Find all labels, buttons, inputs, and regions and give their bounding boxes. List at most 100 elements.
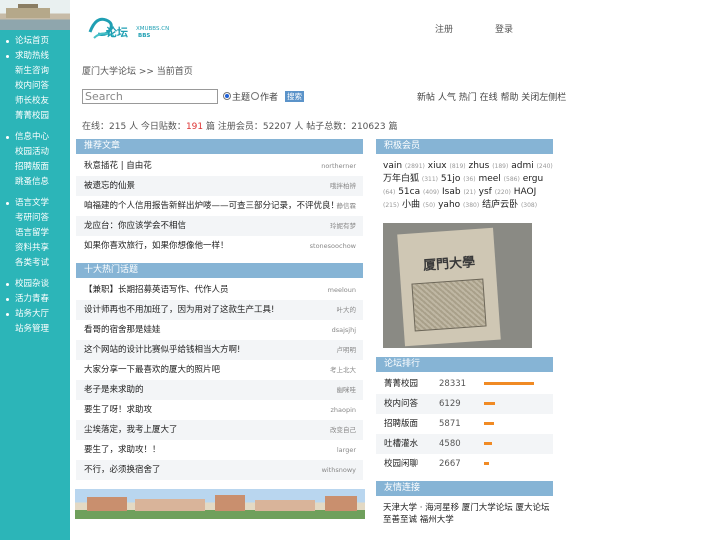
topic-title[interactable]: 大家分享一下最喜欢的厦大的照片吧 xyxy=(84,365,220,375)
list-item[interactable]: 看哥的宿舍那是娃娃 dsajsjhj xyxy=(76,320,363,340)
member-name[interactable]: Isab xyxy=(442,187,461,197)
list-item[interactable]: 龙应台：你应该学会不相信 玲妮有梦 xyxy=(76,216,363,236)
sidebar-item[interactable]: 论坛首页 xyxy=(0,34,49,49)
sidebar-item[interactable]: 校园活动 xyxy=(0,145,49,160)
topic-author[interactable]: zhaopin xyxy=(330,400,356,420)
topic-author[interactable]: larger xyxy=(337,440,356,460)
list-item[interactable]: 咱福建的个人信用报告新鲜出炉喽——可查三部分记录，不评优良！ 静信霖 xyxy=(76,196,363,216)
ranking-board-name[interactable]: 校园闲聊 xyxy=(384,459,418,469)
topic-title[interactable]: 尘埃落定，我考上厦大了 xyxy=(84,425,178,435)
sidebar-item[interactable]: 站务大厅 xyxy=(0,307,49,322)
member-name[interactable]: vain xyxy=(383,161,402,171)
topic-author[interactable]: northerner xyxy=(321,156,356,176)
topic-title[interactable]: 如果你喜欢旅行，如果你想像他一样！ xyxy=(84,241,229,251)
member-name[interactable]: ysf xyxy=(479,187,492,197)
topic-title[interactable]: 老子是来求助的 xyxy=(84,385,144,395)
sidebar-item[interactable]: 语言文学 xyxy=(0,196,49,211)
topic-title[interactable]: 不行，必须换宿舍了 xyxy=(84,465,161,475)
list-item[interactable]: 被遗忘的仙景 哦拌柏辨 xyxy=(76,176,363,196)
search-input[interactable]: Search xyxy=(82,89,218,104)
member-name[interactable]: zhus xyxy=(469,161,490,171)
member-name[interactable]: ergu xyxy=(523,174,544,184)
topic-title[interactable]: 【兼职】长期招募英语写作、代作人员 xyxy=(84,285,229,295)
sidebar-item[interactable]: 招聘版面 xyxy=(0,160,49,175)
sidebar-item[interactable]: 跳蚤信息 xyxy=(0,175,49,190)
ranking-board-name[interactable]: 招聘版面 xyxy=(384,419,418,429)
topic-author[interactable]: stonesoochow xyxy=(310,236,356,256)
search-button[interactable]: 搜索 xyxy=(285,91,304,102)
topic-author[interactable]: 静信霖 xyxy=(337,196,357,216)
sidebar-item[interactable]: 语言留学 xyxy=(0,226,49,241)
ranking-row[interactable]: 校园闲聊 2667 xyxy=(376,454,553,474)
member-name[interactable]: 万年白狐 xyxy=(383,174,419,184)
ranking-row[interactable]: 吐槽灌水 4580 xyxy=(376,434,553,454)
sidebar-item[interactable]: 各类考试 xyxy=(0,256,49,271)
member-name[interactable]: xiux xyxy=(428,161,447,171)
list-item[interactable]: 【兼职】长期招募英语写作、代作人员 meeloun xyxy=(76,280,363,300)
topic-title[interactable]: 设计师再也不用加班了，因为用对了这款生产工具! xyxy=(84,305,274,315)
sidebar-item[interactable]: 师长校友 xyxy=(0,94,49,109)
list-item[interactable]: 如果你喜欢旅行，如果你想像他一样！ stonesoochow xyxy=(76,236,363,256)
topic-author[interactable]: withsnowy xyxy=(322,460,356,480)
sidebar-item[interactable]: 校内问答 xyxy=(0,79,49,94)
member-post-count: (215) xyxy=(383,202,400,209)
list-item[interactable]: 不行，必须换宿舍了 withsnowy xyxy=(76,460,363,480)
topic-title[interactable]: 秋意插花 | 自由花 xyxy=(84,161,152,171)
topic-title[interactable]: 这个网站的设计比赛似乎给钱相当大方啊! xyxy=(84,345,240,355)
member-name[interactable]: yaho xyxy=(438,200,460,210)
list-item[interactable]: 要生了呀！求助攻 zhaopin xyxy=(76,400,363,420)
sidebar-item[interactable]: 考研问答 xyxy=(0,211,49,226)
list-item[interactable]: 要生了，求助攻！！ larger xyxy=(76,440,363,460)
sidebar-item[interactable]: 信息中心 xyxy=(0,130,49,145)
topic-author[interactable]: 叶大的 xyxy=(337,300,357,320)
member-name[interactable]: 51jo xyxy=(441,174,460,184)
topic-title[interactable]: 龙应台：你应该学会不相信 xyxy=(84,221,186,231)
friend-links[interactable]: 天津大学 · 海河星移 厦门大学论坛 厦大论坛 至善至诚 福州大学 xyxy=(383,502,553,526)
sidebar-item[interactable]: 活力青春 xyxy=(0,292,49,307)
list-item[interactable]: 秋意插花 | 自由花 northerner xyxy=(76,156,363,176)
list-item[interactable]: 大家分享一下最喜欢的厦大的照片吧 考上北大 xyxy=(76,360,363,380)
site-logo[interactable]: 论坛 XMUBBS.CN BBS xyxy=(88,12,180,42)
ranking-row[interactable]: 菁菁校园 28331 xyxy=(376,374,553,394)
topic-author[interactable]: meeloun xyxy=(328,280,356,300)
topic-author[interactable]: 改变自己 xyxy=(330,420,356,440)
topic-title[interactable]: 被遗忘的仙景 xyxy=(84,181,135,191)
topic-author[interactable]: 幽咪哇 xyxy=(337,380,357,400)
login-link[interactable]: 登录 xyxy=(495,22,513,35)
topic-author[interactable]: 哦拌柏辨 xyxy=(330,176,356,196)
list-item[interactable]: 尘埃落定，我考上厦大了 改变自己 xyxy=(76,420,363,440)
ranking-row[interactable]: 校内问答 6129 xyxy=(376,394,553,414)
sidebar-item[interactable]: 资料共享 xyxy=(0,241,49,256)
ranking-board-name[interactable]: 菁菁校园 xyxy=(384,379,418,389)
list-item[interactable]: 这个网站的设计比赛似乎给钱相当大方啊! 卢明明 xyxy=(76,340,363,360)
ranking-row[interactable]: 招聘版面 5871 xyxy=(376,414,553,434)
ranking-board-name[interactable]: 校内问答 xyxy=(384,399,418,409)
member-name[interactable]: HAOJ xyxy=(514,187,537,197)
ranking-board-name[interactable]: 吐槽灌水 xyxy=(384,439,418,449)
sidebar-item[interactable]: 站务管理 xyxy=(0,322,49,337)
register-link[interactable]: 注册 xyxy=(435,22,453,35)
topic-author[interactable]: dsajsjhj xyxy=(332,320,356,340)
topic-author[interactable]: 玲妮有梦 xyxy=(330,216,356,236)
list-item[interactable]: 设计师再也不用加班了，因为用对了这款生产工具! 叶大的 xyxy=(76,300,363,320)
member-name[interactable]: 51ca xyxy=(398,187,420,197)
sidebar-item[interactable]: 新生咨询 xyxy=(0,64,49,79)
topic-title[interactable]: 要生了，求助攻！！ xyxy=(84,445,161,455)
sidebar-item[interactable]: 求助热线 xyxy=(0,49,49,64)
radio-author[interactable] xyxy=(251,92,259,100)
ranking-count: 5871 xyxy=(439,419,461,429)
list-item[interactable]: 老子是来求助的 幽咪哇 xyxy=(76,380,363,400)
radio-subject[interactable] xyxy=(223,92,231,100)
topic-title[interactable]: 看哥的宿舍那是娃娃 xyxy=(84,325,161,335)
member-name[interactable]: meel xyxy=(478,174,500,184)
quick-links[interactable]: 新帖 人气 热门 在线 帮助 关闭左侧栏 xyxy=(417,90,566,103)
topic-title[interactable]: 要生了呀！求助攻 xyxy=(84,405,152,415)
member-name[interactable]: 结庐云卧 xyxy=(482,200,518,210)
topic-author[interactable]: 考上北大 xyxy=(330,360,356,380)
sidebar-item[interactable]: 菁菁校园 xyxy=(0,109,49,124)
sidebar-item[interactable]: 校园杂谈 xyxy=(0,277,49,292)
topic-author[interactable]: 卢明明 xyxy=(337,340,357,360)
member-name[interactable]: admi xyxy=(511,161,534,171)
member-name[interactable]: 小曲 xyxy=(402,200,420,210)
topic-title[interactable]: 咱福建的个人信用报告新鲜出炉喽——可查三部分记录，不评优良！ xyxy=(84,201,339,211)
